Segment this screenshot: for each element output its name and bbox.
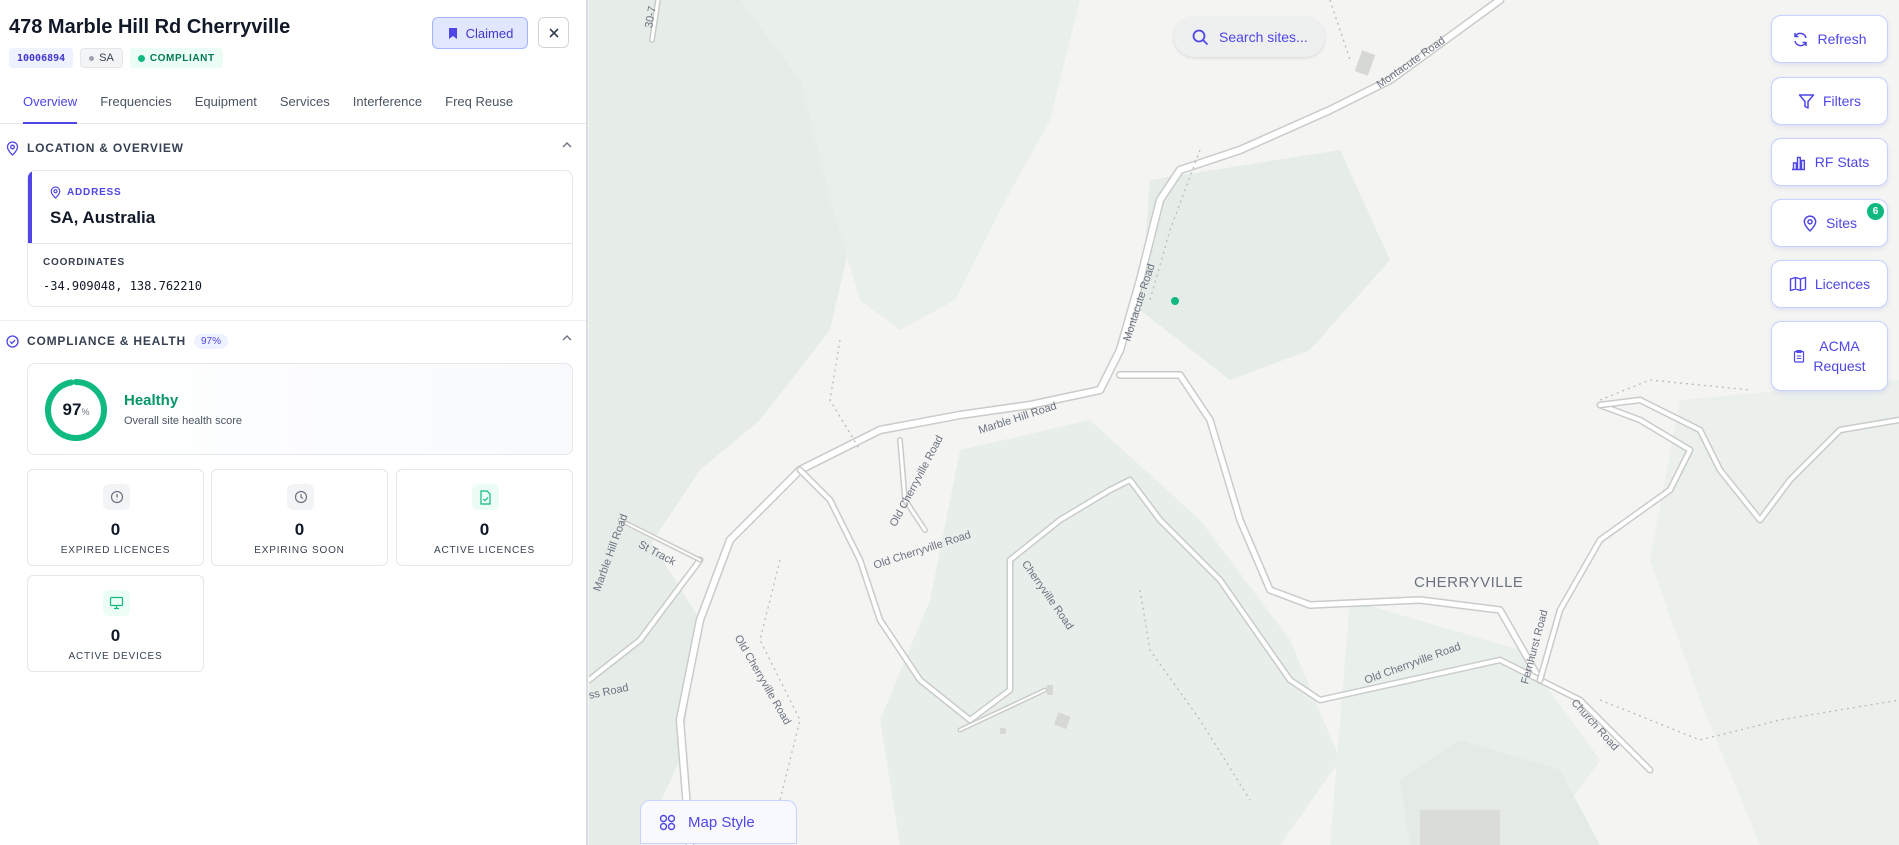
state-dot-icon	[89, 55, 95, 61]
claimed-button[interactable]: Claimed	[432, 17, 528, 49]
tab-frequencies[interactable]: Frequencies	[100, 88, 172, 124]
stat-value: 0	[294, 520, 305, 539]
grid-icon	[659, 814, 676, 830]
location-section-header[interactable]: LOCATION & OVERVIEW	[0, 125, 586, 171]
stat-expiring-soon: 0 EXPIRING SOON	[211, 469, 388, 566]
map-search-box[interactable]: Search sites...	[1174, 17, 1325, 57]
tab-interference[interactable]: Interference	[353, 88, 422, 124]
compliance-percent-chip: 97%	[193, 333, 228, 349]
sites-count-badge: 6	[1867, 203, 1884, 220]
map-pin-icon	[50, 186, 61, 199]
compliance-section-label: COMPLIANCE & HEALTH	[27, 334, 186, 348]
state-badge: SA	[80, 48, 123, 68]
sites-button[interactable]: Sites 6	[1771, 199, 1888, 247]
acma-label: ACMA Request	[1813, 336, 1865, 376]
state-label: SA	[99, 52, 114, 64]
stat-label: ACTIVE DEVICES	[68, 651, 163, 662]
panel-header: 478 Marble Hill Rd Cherryville 10006894 …	[0, 0, 586, 124]
refresh-icon	[1794, 32, 1808, 46]
map-pin-icon	[6, 140, 19, 156]
refresh-button[interactable]: Refresh	[1771, 15, 1888, 63]
clock-icon	[287, 484, 314, 510]
place-label-cherryville: CHERRYVILLE	[1414, 574, 1524, 591]
claimed-label: Claimed	[465, 25, 514, 41]
health-card: 97% Healthy Overall site health score	[27, 363, 573, 455]
clipboard-icon	[1794, 349, 1805, 363]
location-section-label: LOCATION & OVERVIEW	[27, 141, 184, 155]
filters-label: Filters	[1822, 93, 1862, 109]
rf-stats-button[interactable]: RF Stats	[1771, 138, 1888, 186]
health-score-text: 97%	[44, 378, 108, 442]
refresh-label: Refresh	[1817, 31, 1867, 47]
stat-active-devices: 0 ACTIVE DEVICES	[27, 575, 204, 672]
address-label-row: ADDRESS	[50, 186, 122, 199]
coordinates-block: COORDINATES -34.909048, 138.762210	[28, 243, 572, 306]
tab-services[interactable]: Services	[280, 88, 330, 124]
card-accent-bar	[28, 171, 32, 244]
compliance-label: COMPLIANT	[149, 52, 215, 64]
site-badges: 10006894 SA COMPLIANT	[9, 48, 223, 68]
licences-label: Licences	[1814, 276, 1871, 292]
search-icon	[1192, 29, 1209, 45]
tab-equipment[interactable]: Equipment	[195, 88, 257, 124]
address-label: ADDRESS	[67, 187, 122, 198]
check-circle-icon	[6, 334, 19, 348]
map-pin-icon	[1803, 214, 1817, 232]
health-status-sub: Overall site health score	[124, 415, 242, 427]
site-detail-panel: 478 Marble Hill Rd Cherryville 10006894 …	[0, 0, 588, 845]
tab-bar: Overview Frequencies Equipment Services …	[0, 88, 513, 124]
app-root: 478 Marble Hill Rd Cherryville 10006894 …	[0, 0, 1899, 845]
filter-icon	[1798, 93, 1815, 109]
acma-line1: ACMA	[1819, 338, 1860, 354]
map-canvas[interactable]: Montacute Road Montacute Road Marble Hil…	[589, 0, 1899, 845]
filters-button[interactable]: Filters	[1771, 77, 1888, 125]
stat-expired-licences: 0 EXPIRED LICENCES	[27, 469, 204, 566]
stat-label: EXPIRED LICENCES	[60, 545, 171, 556]
tab-overview[interactable]: Overview	[23, 88, 78, 124]
acma-line2: Request	[1813, 358, 1866, 374]
chevron-up-icon	[562, 142, 572, 148]
coordinates-value: -34.909048, 138.762210	[43, 279, 202, 293]
compliant-dot-icon	[137, 54, 145, 62]
search-placeholder: Search sites...	[1219, 29, 1308, 45]
monitor-icon	[103, 590, 130, 616]
coordinates-label: COORDINATES	[43, 257, 125, 268]
health-status: Healthy	[124, 392, 179, 409]
health-score-value: 97	[62, 400, 82, 419]
compliance-section-header[interactable]: COMPLIANCE & HEALTH 97%	[0, 318, 586, 364]
stat-label: ACTIVE LICENCES	[434, 545, 535, 556]
map-style-label: Map Style	[688, 813, 755, 831]
map-icon	[1789, 276, 1807, 292]
location-card: ADDRESS SA, Australia COORDINATES -34.90…	[27, 170, 573, 307]
close-button[interactable]	[538, 17, 569, 48]
address-value: SA, Australia	[50, 208, 156, 227]
stat-value: 0	[110, 520, 121, 539]
compliance-badge: COMPLIANT	[129, 48, 223, 68]
stat-value: 0	[479, 520, 490, 539]
stat-value: 0	[110, 626, 121, 645]
bar-chart-icon	[1791, 156, 1805, 170]
file-check-icon	[472, 484, 499, 510]
map-style-button[interactable]: Map Style	[640, 800, 797, 844]
chevron-up-icon	[562, 335, 572, 341]
acma-request-button[interactable]: ACMA Request	[1771, 321, 1888, 391]
alert-circle-icon	[103, 484, 130, 510]
stat-label: EXPIRING SOON	[254, 545, 345, 556]
rf-stats-label: RF Stats	[1814, 154, 1870, 170]
licences-button[interactable]: Licences	[1771, 260, 1888, 308]
tab-freq-reuse[interactable]: Freq Reuse	[445, 88, 513, 124]
health-score-unit: %	[81, 407, 90, 417]
site-id-badge: 10006894	[9, 48, 74, 68]
close-icon	[548, 27, 559, 38]
bookmark-icon	[448, 27, 457, 39]
site-title: 478 Marble Hill Rd Cherryville	[9, 16, 291, 38]
stat-active-licences: 0 ACTIVE LICENCES	[396, 469, 573, 566]
sites-label: Sites	[1825, 215, 1858, 231]
